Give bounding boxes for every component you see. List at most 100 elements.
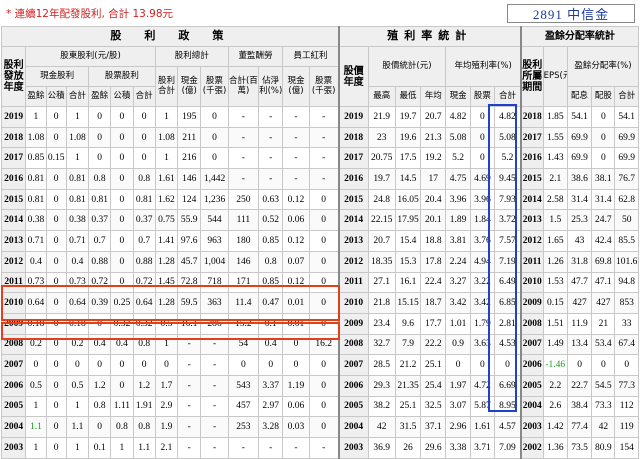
year-cell: 2008: [0, 333, 27, 356]
table-cell: 69.9: [614, 147, 639, 170]
table-cell: 7.93: [494, 188, 522, 211]
stock-code-box[interactable]: 2891 中信金: [507, 4, 635, 23]
table-cell: -: [200, 354, 229, 376]
table-cell: 45.7: [177, 250, 202, 273]
table-cell: 3.22: [469, 271, 496, 294]
table-cell: 0: [469, 126, 496, 149]
table-cell: 2.9: [154, 395, 179, 418]
table-cell: 0.7: [132, 230, 156, 252]
table-cell: -: [200, 416, 229, 438]
table-cell: 2.96: [445, 416, 471, 438]
table-cell: -1.46: [542, 354, 568, 376]
cash-bil-header: 現金(億): [177, 66, 202, 107]
table-cell: 3.63: [469, 333, 496, 356]
table-cell: 0.75: [154, 209, 179, 232]
table-cell: -: [177, 354, 202, 376]
year-cell: 2012: [519, 230, 544, 252]
table-cell: 25.1: [394, 395, 422, 418]
top-bar: * 連續12年配發股利, 合計 13.98元 2891 中信金: [0, 0, 640, 26]
table-cell: 2.2: [542, 374, 568, 397]
table-cell: 85.5: [614, 230, 639, 252]
table-cell: 286: [200, 312, 229, 335]
table-cell: 1.97: [445, 374, 471, 397]
table-cell: -: [227, 106, 260, 128]
table-cell: 543: [227, 374, 260, 397]
table-cell: 2.97: [258, 395, 284, 418]
cash-surplus-header: 盈餘: [25, 86, 47, 107]
table-row: 2011 0.73 0 0.73 0.72 0 0.72 1.45 72.8 718 171 0.85…: [0, 271, 639, 294]
table-cell: -: [282, 106, 310, 128]
table-cell: 1.41: [154, 230, 179, 252]
table-cell: 3.42: [469, 292, 496, 314]
table-cell: 97.6: [177, 230, 202, 252]
table-cell: 0.8: [132, 168, 156, 190]
table-cell: 0: [110, 209, 134, 232]
emp-stock-header: 股票(千張): [308, 66, 340, 107]
table-row: 2017 0.85 0.15 1 0 0 0 1 216 0- - - -2017 20.75 17.5 19…: [0, 147, 639, 170]
table-cell: 3.42: [445, 292, 471, 314]
table-cell: -: [177, 374, 202, 397]
payout-stock-header: 配股: [591, 86, 616, 107]
table-cell: 32.5: [420, 395, 447, 418]
table-cell: 31.4: [566, 188, 593, 211]
table-cell: 0: [308, 395, 340, 418]
table-cell: 2.1: [154, 437, 179, 459]
year-cell: 2014: [0, 209, 27, 232]
table-cell: 22.4: [420, 271, 447, 294]
table-cell: 1,004: [200, 250, 229, 273]
table-cell: 0: [258, 354, 284, 376]
table-cell: 25.4: [420, 374, 447, 397]
table-cell: 4.53: [494, 333, 522, 356]
table-cell: 0.2: [25, 333, 47, 356]
table-cell: 5.08: [445, 126, 471, 149]
table-cell: 15.2: [227, 312, 260, 335]
cash-div-header: 現金股利: [25, 66, 90, 87]
table-cell: 2.6: [542, 395, 568, 418]
table-cell: 0.4: [25, 250, 47, 273]
table-cell: 4.75: [445, 168, 471, 190]
table-cell: 0.64: [132, 292, 156, 314]
table-cell: 55.9: [177, 209, 202, 232]
table-cell: 26: [394, 437, 422, 459]
table-cell: 154: [614, 437, 639, 459]
table-cell: 0: [45, 312, 67, 335]
table-cell: 1.08: [65, 126, 90, 149]
table-cell: 59.5: [177, 292, 202, 314]
table-cell: 31.4: [591, 188, 616, 211]
table-cell: 16.1: [177, 312, 202, 335]
table-cell: 5.87: [469, 395, 496, 418]
year-cell: 2010: [337, 292, 369, 314]
table-cell: 4.57: [494, 416, 522, 438]
year-cell: 2013: [337, 230, 369, 252]
director-comp-header: 董監酬勞: [227, 46, 284, 67]
year-cell: 2018: [337, 126, 369, 149]
table-cell: 0.03: [282, 416, 310, 438]
table-cell: 0.85: [258, 271, 284, 294]
table-cell: 0.1: [258, 312, 284, 335]
table-cell: 0: [200, 126, 229, 149]
table-cell: 17.8: [420, 250, 447, 273]
year-cell: 2005: [337, 395, 369, 418]
table-cell: 0.4: [110, 333, 134, 356]
table-cell: 0: [88, 312, 112, 335]
dividend-note: * 連續12年配發股利, 合計 13.98元: [6, 8, 174, 20]
year-cell: 2003: [337, 437, 369, 459]
table-cell: 0.37: [132, 209, 156, 232]
table-cell: 1.36: [542, 437, 568, 459]
table-cell: 73.5: [566, 437, 593, 459]
table-cell: 3.71: [469, 437, 496, 459]
eps-header: EPS(元): [542, 46, 568, 107]
table-cell: 0.06: [282, 395, 310, 418]
table-cell: 1.51: [542, 312, 568, 335]
table-cell: -: [227, 147, 260, 170]
table-cell: 0: [45, 437, 67, 459]
table-cell: 0: [282, 354, 310, 376]
table-cell: 37.1: [420, 416, 447, 438]
table-cell: 0: [45, 250, 67, 273]
table-cell: 15.4: [394, 230, 422, 252]
table-cell: 7.9: [394, 333, 422, 356]
avg-header: 年均: [420, 86, 447, 107]
table-cell: 7.19: [494, 250, 522, 273]
table-cell: 1.11: [110, 395, 134, 418]
table-cell: 17.7: [420, 312, 447, 335]
